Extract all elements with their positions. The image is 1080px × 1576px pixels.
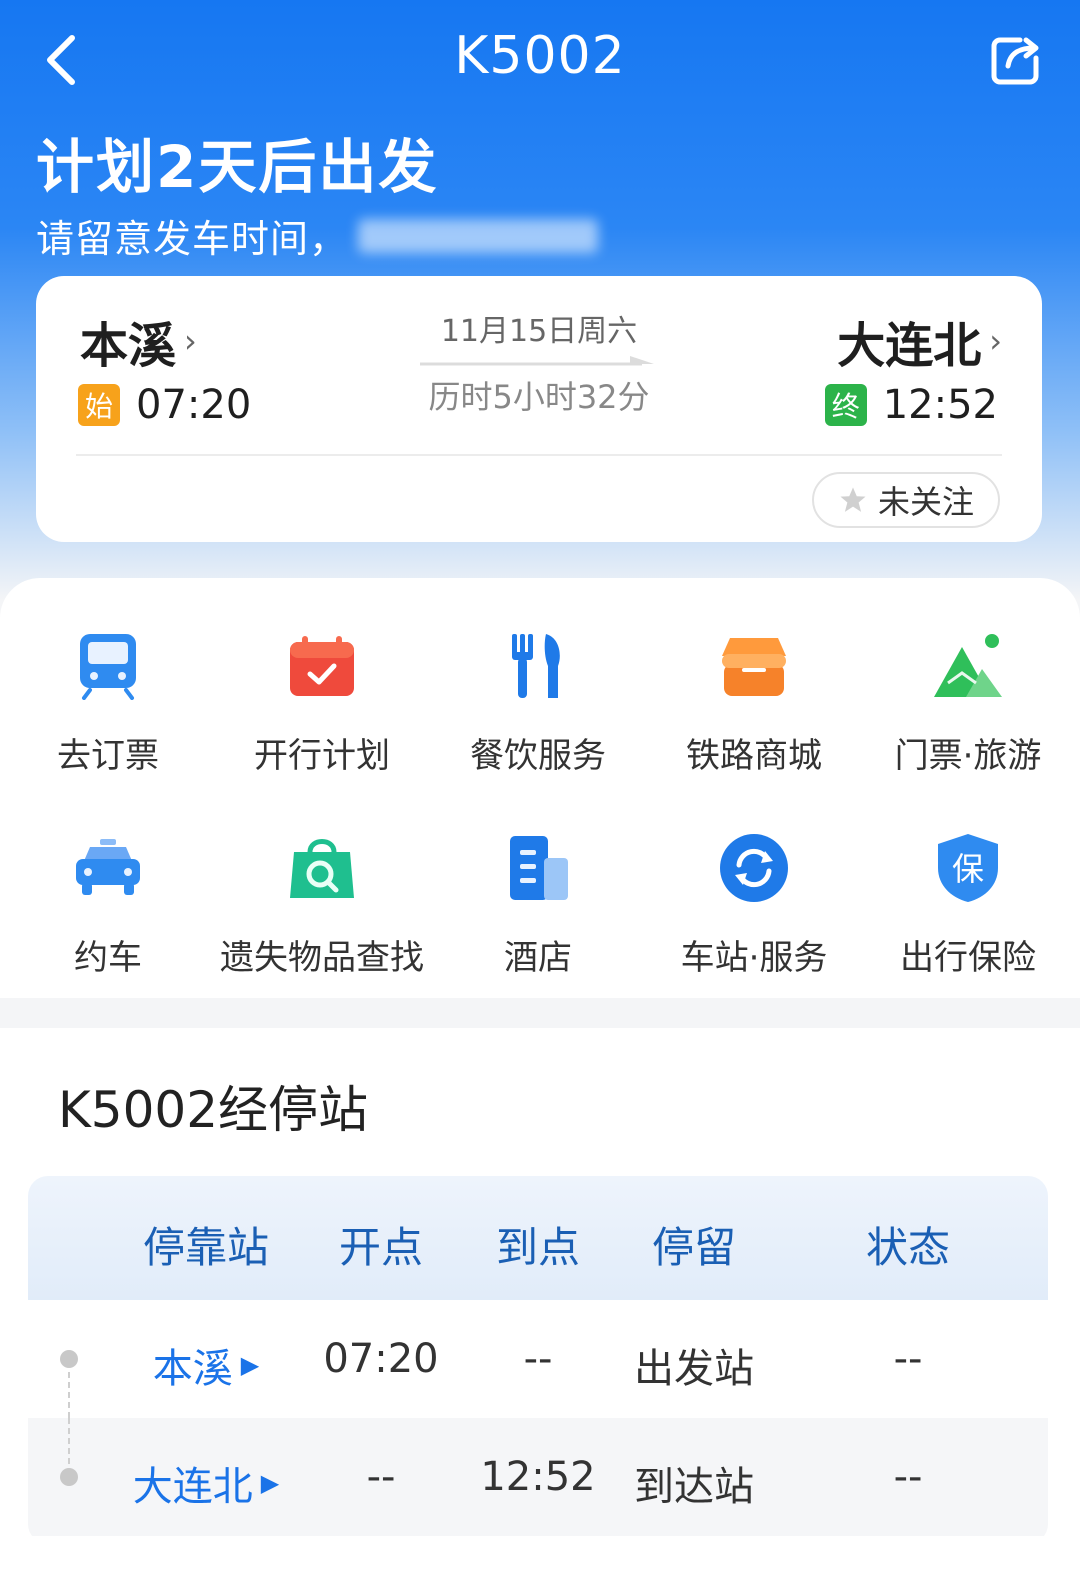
stay-cell: 到达站: [634, 1464, 754, 1510]
service-label: 铁路商城: [686, 736, 822, 776]
stops-title: K5002经停站: [58, 1081, 369, 1139]
plan-subtitle: 请留意发车时间，: [36, 208, 599, 263]
header-depart: 开点: [338, 1223, 424, 1272]
insurance-icon: 保: [930, 830, 1006, 906]
caret-right-icon: ▶: [260, 1469, 280, 1497]
header-station: 停靠站: [142, 1223, 270, 1272]
station-link[interactable]: 本溪 ▶: [153, 1336, 259, 1394]
service-hotel[interactable]: 酒店: [430, 830, 646, 979]
page-title: K5002: [454, 26, 626, 86]
service-label: 去订票: [57, 736, 159, 776]
svg-text:保: 保: [952, 850, 984, 888]
depart-cell: 07:20: [323, 1336, 439, 1382]
services-panel: 去订票 开行计划 餐饮服务 铁路商城 门票·旅游 约车 遗失物品查找 酒店 车站…: [0, 578, 1080, 998]
service-label: 开行计划: [254, 736, 390, 776]
store-icon: [716, 628, 792, 704]
calendar-icon: [284, 628, 360, 704]
service-tickets-tour[interactable]: 门票·旅游: [860, 628, 1076, 777]
to-station[interactable]: 大连北 ›: [837, 306, 1002, 376]
end-badge: 终: [824, 384, 867, 426]
route-line: [68, 1418, 70, 1464]
header-arrive: 到点: [495, 1223, 581, 1272]
arrive-time: 12:52: [882, 382, 998, 428]
to-station-name: 大连北: [837, 318, 982, 374]
follow-label: 未关注: [877, 483, 974, 521]
train-icon: [70, 628, 146, 704]
hotel-icon: [500, 830, 576, 906]
service-book-ticket[interactable]: 去订票: [0, 628, 216, 777]
table-row: 本溪 ▶ 07:20 -- 出发站 --: [28, 1300, 1048, 1418]
service-insurance[interactable]: 保 出行保险: [860, 830, 1076, 979]
stops-table: 停靠站 开点 到点 停留 状态 本溪 ▶ 07:20 -- 出发站 -- 大连北…: [28, 1176, 1048, 1544]
mountain-icon: [930, 628, 1006, 704]
arrow-right-icon: [420, 356, 654, 366]
depart-cell: --: [366, 1454, 396, 1500]
star-icon: [840, 487, 866, 512]
service-label: 餐饮服务: [470, 736, 606, 776]
plan-title: 计划2天后出发: [36, 133, 439, 201]
service-label: 车站·服务: [680, 938, 828, 978]
station-name: 本溪: [152, 1346, 233, 1392]
header-status: 状态: [865, 1223, 951, 1272]
stop-dot: [60, 1350, 78, 1368]
dining-icon: [500, 628, 576, 704]
station-link[interactable]: 大连北 ▶: [133, 1454, 279, 1512]
arrive-cell: --: [523, 1336, 553, 1382]
plan-subtitle-text: 请留意发车时间，: [36, 217, 349, 261]
stay-cell: 出发站: [634, 1346, 754, 1392]
blurred-text: [358, 218, 599, 253]
caret-right-icon: ▶: [240, 1351, 260, 1379]
status-cell: --: [893, 1454, 923, 1500]
route-line: [68, 1372, 70, 1418]
service-station[interactable]: 车站·服务: [646, 830, 862, 979]
trip-card: 本溪 › 始 07:20 11月15日周六 历时5小时32分 大连北 › 终 1…: [36, 276, 1042, 542]
service-store[interactable]: 铁路商城: [646, 628, 862, 777]
table-row: 大连北 ▶ -- 12:52 到达站 --: [28, 1418, 1048, 1536]
divider: [76, 454, 1002, 456]
service-lost-found[interactable]: 遗失物品查找: [214, 830, 430, 979]
share-button[interactable]: [988, 32, 1044, 88]
arrive-cell: 12:52: [480, 1454, 596, 1500]
stop-dot: [60, 1468, 78, 1486]
service-car[interactable]: 约车: [0, 830, 216, 979]
stops-section: K5002经停站 停靠站 开点 到点 停留 状态 本溪 ▶ 07:20 -- 出…: [0, 1028, 1080, 1576]
service-label: 酒店: [504, 938, 572, 978]
service-label: 门票·旅游: [894, 736, 1042, 776]
lost-found-icon: [284, 830, 360, 906]
share-icon: [991, 37, 1039, 85]
service-dining[interactable]: 餐饮服务: [430, 628, 646, 777]
arrive-time-row: 终 12:52: [824, 382, 998, 428]
station-name: 大连北: [132, 1464, 253, 1510]
table-header: 停靠站 开点 到点 停留 状态: [28, 1176, 1048, 1300]
service-label: 约车: [74, 938, 142, 978]
station-service-icon: [716, 830, 792, 906]
chevron-right-icon: ›: [989, 322, 1002, 360]
status-cell: --: [893, 1336, 923, 1382]
follow-button[interactable]: 未关注: [812, 472, 1000, 528]
service-label: 遗失物品查找: [220, 938, 424, 978]
service-schedule[interactable]: 开行计划: [214, 628, 430, 777]
car-icon: [70, 830, 146, 906]
service-label: 出行保险: [900, 938, 1036, 978]
header-stay: 停留: [651, 1223, 737, 1272]
